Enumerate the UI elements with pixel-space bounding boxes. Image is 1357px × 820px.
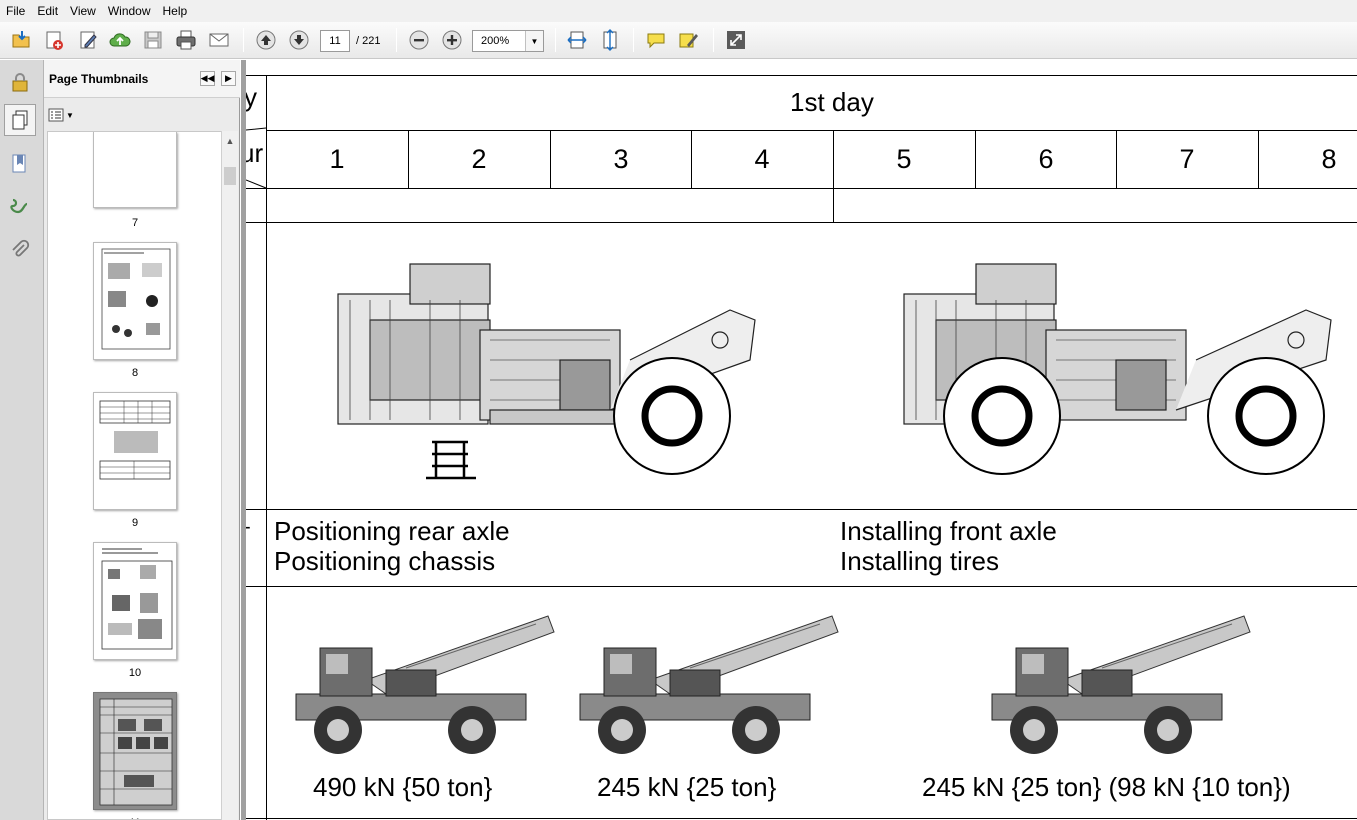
- thumbnail-page-10[interactable]: [93, 542, 177, 660]
- row-marker: -: [246, 516, 251, 539]
- comment-icon[interactable]: [644, 28, 668, 52]
- attachments-icon[interactable]: [4, 234, 36, 266]
- page-number-input[interactable]: 11: [320, 30, 350, 52]
- step-text: Installing front axle: [840, 516, 1057, 546]
- toolbar: 11 / 221 200% ▼: [0, 22, 1357, 59]
- thumbnail-page-7[interactable]: [93, 132, 177, 208]
- chassis-front-axle-tires-diagram: [903, 263, 1332, 475]
- next-page-icon[interactable]: [287, 28, 311, 52]
- panel-title: Page Thumbnails: [49, 72, 149, 86]
- options-list-icon: [48, 108, 64, 122]
- day-label: 1st day: [790, 87, 874, 117]
- crane-25-ton-auxiliary-image: [991, 615, 1251, 754]
- chevron-down-icon[interactable]: ▼: [525, 31, 543, 51]
- signatures-icon[interactable]: [4, 190, 36, 222]
- partial-header-text: ur: [246, 138, 264, 168]
- step-text: Positioning chassis: [274, 546, 496, 576]
- thumbnail-page-11[interactable]: [93, 692, 177, 810]
- hour-cell: 5: [896, 144, 912, 174]
- hour-cell: 7: [1179, 144, 1195, 174]
- scroll-up-icon[interactable]: ▲: [222, 133, 238, 149]
- fit-width-icon[interactable]: [565, 28, 589, 52]
- thumbnails-scrollbar[interactable]: ▲: [221, 131, 238, 820]
- page-total-label: / 221: [356, 35, 381, 47]
- highlight-icon[interactable]: [677, 28, 701, 52]
- print-icon[interactable]: [174, 28, 198, 52]
- crane-50-ton-image: [295, 615, 555, 754]
- thumbnails-list: 7 8 9 10 11: [47, 131, 222, 820]
- scrollbar-thumb[interactable]: [224, 167, 236, 185]
- bookmarks-icon[interactable]: [4, 148, 36, 180]
- menu-edit[interactable]: Edit: [31, 0, 64, 22]
- edit-icon[interactable]: [76, 28, 100, 52]
- chassis-rear-axle-diagram: [337, 263, 756, 480]
- menu-view[interactable]: View: [64, 0, 102, 22]
- open-icon[interactable]: [9, 28, 33, 52]
- thumbnails-panel: Page Thumbnails ◀◀ ▶ ▼ 7 8 9 10 11 ▲: [44, 60, 240, 820]
- fit-page-icon[interactable]: [598, 28, 622, 52]
- step-text: Positioning rear axle: [274, 516, 510, 546]
- thumbnail-label: 10: [128, 667, 142, 679]
- document-view: y ur 1st day 1 2 3 4 5 6 7 8 Positioning…: [246, 60, 1357, 820]
- zoom-out-icon[interactable]: [407, 28, 431, 52]
- create-pdf-icon[interactable]: [42, 28, 66, 52]
- thumbnail-label: 7: [131, 217, 139, 229]
- previous-page-icon[interactable]: [254, 28, 278, 52]
- hour-cell: 4: [754, 144, 770, 174]
- hour-cell: 3: [613, 144, 629, 174]
- thumbnails-header: Page Thumbnails ◀◀ ▶: [44, 60, 240, 98]
- save-icon[interactable]: [141, 28, 165, 52]
- zoom-in-icon[interactable]: [440, 28, 464, 52]
- hour-cell: 8: [1321, 144, 1337, 174]
- thumbnail-label: 8: [131, 367, 139, 379]
- menu-bar: File Edit View Window Help: [0, 0, 1357, 22]
- crane-25-ton-image: [579, 615, 839, 754]
- menu-window[interactable]: Window: [102, 0, 157, 22]
- crane-capacity-label: 245 kN {25 ton}: [597, 772, 777, 802]
- chevron-down-icon: ▼: [66, 110, 74, 120]
- crane-capacity-label: 490 kN {50 ton}: [313, 772, 493, 802]
- lock-icon[interactable]: [4, 66, 36, 98]
- menu-file[interactable]: File: [0, 0, 31, 22]
- hour-cell: 2: [471, 144, 487, 174]
- thumbnail-options-button[interactable]: ▼: [48, 106, 76, 124]
- panel-next-icon[interactable]: ▶: [221, 71, 236, 86]
- partial-header-text: y: [246, 82, 257, 112]
- thumbnail-label: 9: [131, 517, 139, 529]
- step-text: Installing tires: [840, 546, 999, 576]
- zoom-value: 200%: [481, 35, 510, 47]
- hour-cell: 6: [1038, 144, 1054, 174]
- cloud-upload-icon[interactable]: [108, 28, 132, 52]
- email-icon[interactable]: [207, 28, 231, 52]
- crane-capacity-label: 245 kN {25 ton} (98 kN {10 ton}): [922, 772, 1291, 802]
- zoom-select[interactable]: 200% ▼: [472, 30, 544, 52]
- navigation-rail: [0, 60, 44, 820]
- thumbnail-page-9[interactable]: [93, 392, 177, 510]
- menu-help[interactable]: Help: [157, 0, 194, 22]
- hour-cell: 1: [329, 144, 345, 174]
- collapse-panel-icon[interactable]: ◀◀: [200, 71, 215, 86]
- expand-icon[interactable]: [724, 28, 748, 52]
- page-thumbnails-icon[interactable]: [4, 104, 36, 136]
- thumbnail-page-8[interactable]: [93, 242, 177, 360]
